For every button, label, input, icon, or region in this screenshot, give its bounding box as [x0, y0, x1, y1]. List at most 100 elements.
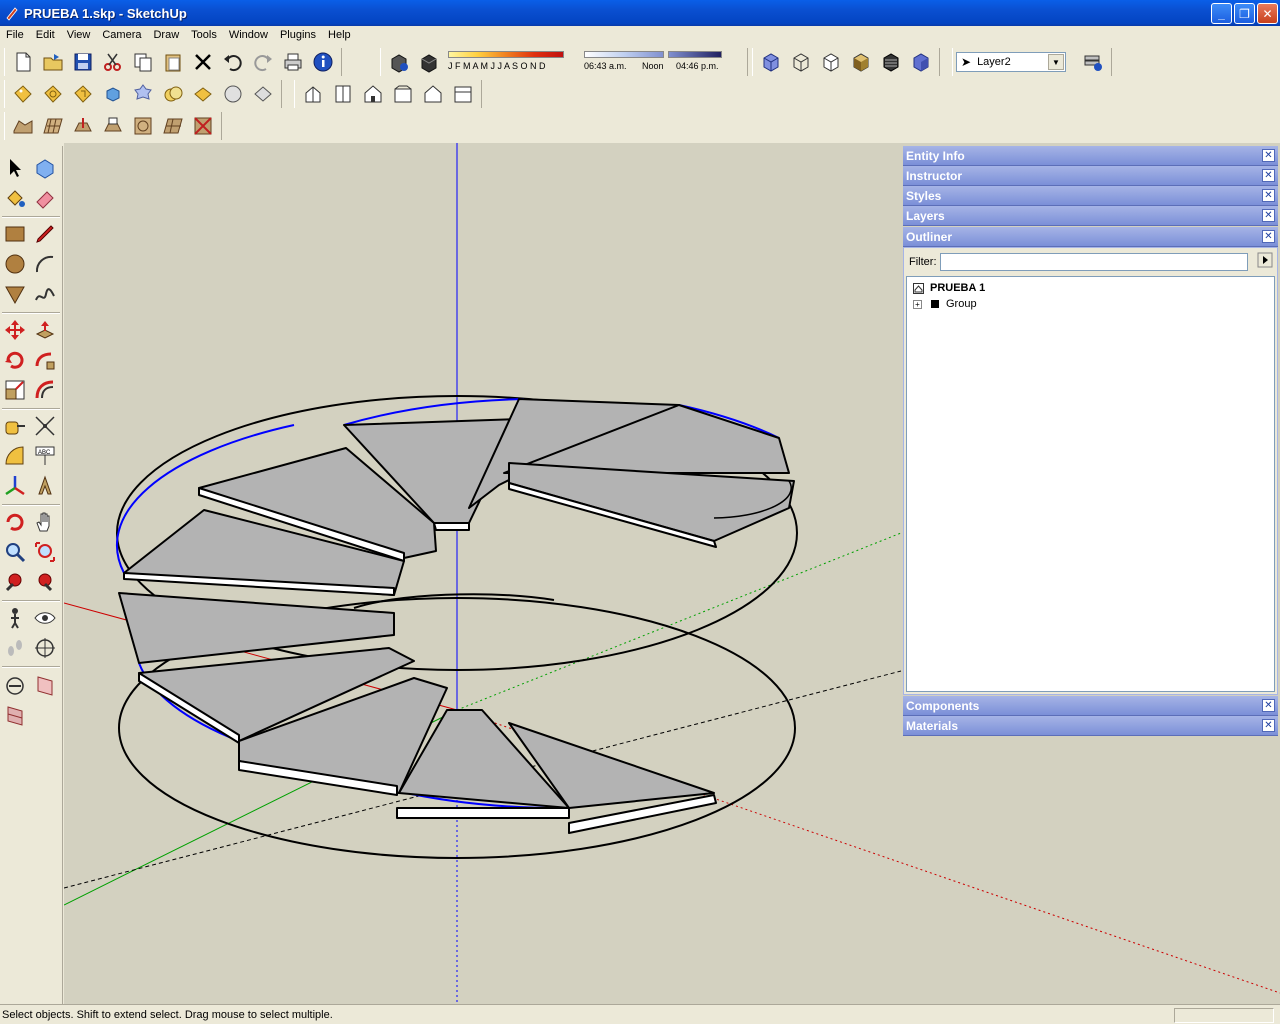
layer-dropdown[interactable]: ➤ Layer2 ▼	[956, 52, 1066, 72]
panel-outliner[interactable]: Outliner ✕	[903, 227, 1278, 247]
close-icon[interactable]: ✕	[1262, 169, 1275, 182]
menu-file[interactable]: File	[0, 29, 30, 41]
previous-view-tool[interactable]	[1, 568, 29, 596]
panel-layers[interactable]: Layers ✕	[903, 206, 1278, 226]
polygon-tool[interactable]	[1, 280, 29, 308]
redo-button[interactable]	[250, 49, 276, 75]
filter-input[interactable]	[939, 253, 1248, 271]
new-button[interactable]	[10, 49, 36, 75]
monochrome-button[interactable]	[908, 49, 934, 75]
top-view-button[interactable]	[330, 81, 356, 107]
rotate-tool[interactable]	[1, 346, 29, 374]
scale-tool[interactable]	[1, 376, 29, 404]
line-tool[interactable]	[31, 220, 59, 248]
pan-tool[interactable]	[31, 508, 59, 536]
plugin-tag-4-button[interactable]	[190, 81, 216, 107]
zoom-extents-tool[interactable]	[31, 568, 59, 596]
wireframe-button[interactable]	[788, 49, 814, 75]
close-icon[interactable]: ✕	[1262, 699, 1275, 712]
follow-me-tool[interactable]	[31, 346, 59, 374]
date-slider[interactable]: J F M A M J J A S O N D	[448, 49, 584, 75]
menu-help[interactable]: Help	[322, 29, 357, 41]
close-icon[interactable]: ✕	[1262, 189, 1275, 202]
plugin-badge-button[interactable]	[130, 81, 156, 107]
layer-manager-button[interactable]	[1080, 49, 1106, 75]
undo-button[interactable]	[220, 49, 246, 75]
circle-tool[interactable]	[1, 250, 29, 278]
panel-components[interactable]: Components ✕	[903, 696, 1278, 716]
menu-tools[interactable]: Tools	[185, 29, 223, 41]
erase-selection-button[interactable]	[190, 49, 216, 75]
orbit-tool[interactable]	[1, 508, 29, 536]
tree-item-group[interactable]: + Group	[913, 298, 977, 310]
add-detail-button[interactable]	[160, 113, 186, 139]
move-tool[interactable]	[1, 316, 29, 344]
dimension-tool[interactable]	[31, 412, 59, 440]
menu-window[interactable]: Window	[223, 29, 274, 41]
panel-materials[interactable]: Materials ✕	[903, 716, 1278, 736]
xray-button[interactable]	[758, 49, 784, 75]
display-section-cuts-tool[interactable]	[1, 672, 29, 700]
shaded-textures-button[interactable]	[878, 49, 904, 75]
cut-button[interactable]	[100, 49, 126, 75]
plugin-gold-button[interactable]	[160, 81, 186, 107]
3d-text-tool[interactable]	[31, 472, 59, 500]
back-view-button[interactable]	[420, 81, 446, 107]
iso-view-button[interactable]	[300, 81, 326, 107]
outliner-details-button[interactable]	[1256, 251, 1274, 269]
shaded-button[interactable]	[848, 49, 874, 75]
right-view-button[interactable]	[390, 81, 416, 107]
zoom-tool[interactable]	[1, 538, 29, 566]
menu-edit[interactable]: Edit	[30, 29, 61, 41]
plugin-tag-3-button[interactable]	[70, 81, 96, 107]
drape-button[interactable]	[130, 113, 156, 139]
print-button[interactable]	[280, 49, 306, 75]
menu-draw[interactable]: Draw	[147, 29, 185, 41]
stamp-button[interactable]	[100, 113, 126, 139]
protractor-tool[interactable]	[1, 442, 29, 470]
panel-instructor[interactable]: Instructor ✕	[903, 166, 1278, 186]
plugin-tag-2-button[interactable]	[40, 81, 66, 107]
time-slider[interactable]: 06:43 a.m. Noon 04:46 p.m.	[584, 49, 734, 75]
smoove-button[interactable]	[70, 113, 96, 139]
hidden-line-button[interactable]	[818, 49, 844, 75]
measurements-box[interactable]	[1174, 1008, 1274, 1023]
paint-bucket-tool[interactable]	[1, 184, 29, 212]
walk-tool[interactable]	[1, 634, 29, 662]
panel-entity-info[interactable]: Entity Info ✕	[903, 146, 1278, 166]
select-tool[interactable]	[1, 154, 29, 182]
text-tool[interactable]: ABC	[31, 442, 59, 470]
tree-root[interactable]: PRUEBA 1	[913, 282, 985, 294]
close-icon[interactable]: ✕	[1262, 209, 1275, 222]
model-info-button[interactable]	[310, 49, 336, 75]
tape-measure-tool[interactable]	[1, 412, 29, 440]
plugin-plane-button[interactable]	[250, 81, 276, 107]
from-scratch-button[interactable]	[40, 113, 66, 139]
outliner-tree[interactable]: PRUEBA 1 + Group	[906, 276, 1275, 692]
close-button[interactable]: ✕	[1257, 3, 1278, 24]
zoom-window-tool[interactable]	[31, 538, 59, 566]
from-contours-button[interactable]	[10, 113, 36, 139]
section-plane-tool[interactable]	[31, 634, 59, 662]
panel-styles[interactable]: Styles ✕	[903, 186, 1278, 206]
left-view-button[interactable]	[450, 81, 476, 107]
arc-tool[interactable]	[31, 250, 59, 278]
push-pull-tool[interactable]	[31, 316, 59, 344]
display-section-planes-tool[interactable]	[31, 672, 59, 700]
menu-camera[interactable]: Camera	[96, 29, 147, 41]
chevron-down-icon[interactable]: ▼	[1048, 54, 1064, 70]
maximize-button[interactable]: ❐	[1234, 3, 1255, 24]
offset-tool[interactable]	[31, 376, 59, 404]
shadow-settings-button[interactable]	[386, 49, 412, 75]
axes-tool[interactable]	[1, 472, 29, 500]
open-button[interactable]	[40, 49, 66, 75]
plugin-cube-button[interactable]	[100, 81, 126, 107]
position-camera-tool[interactable]	[1, 604, 29, 632]
look-around-tool[interactable]	[31, 604, 59, 632]
flip-edge-button[interactable]	[190, 113, 216, 139]
front-view-button[interactable]	[360, 81, 386, 107]
close-icon[interactable]: ✕	[1262, 719, 1275, 732]
eraser-tool[interactable]	[31, 184, 59, 212]
save-button[interactable]	[70, 49, 96, 75]
close-icon[interactable]: ✕	[1262, 230, 1275, 243]
